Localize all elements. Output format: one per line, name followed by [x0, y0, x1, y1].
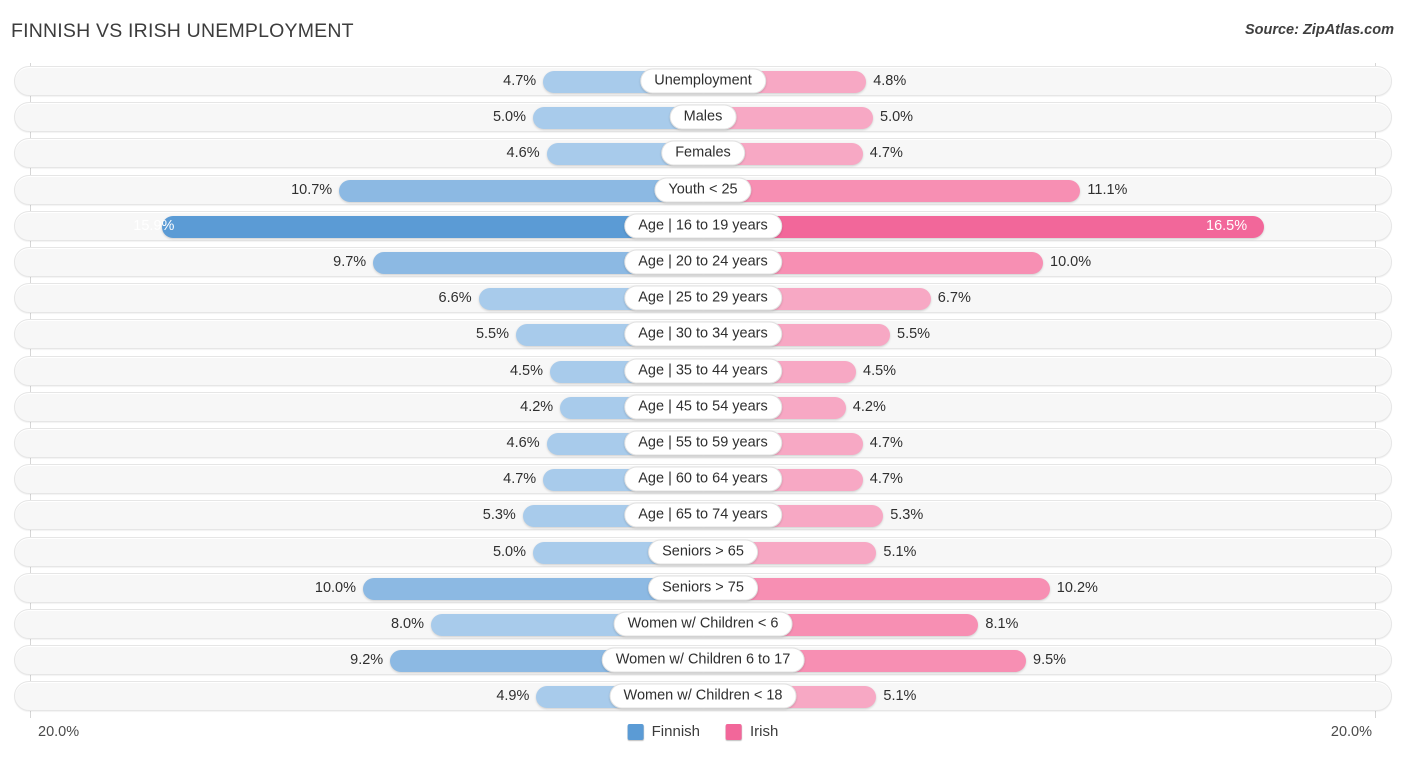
chart-row: 5.5% 5.5% Age | 30 to 34 years	[14, 319, 1392, 350]
value-label-finnish: 4.2%	[520, 398, 554, 415]
axis-max-right: 20.0%	[1330, 724, 1372, 740]
value-label-irish: 4.7%	[869, 435, 903, 451]
row-category-label[interactable]: Males	[669, 104, 737, 130]
value-label-finnish: 5.0%	[492, 543, 526, 560]
chart-row: 9.7% 10.0% Age | 20 to 24 years	[14, 247, 1392, 277]
chart-row: 10.7% 11.1% Youth < 25	[14, 174, 1392, 205]
bar-irish[interactable]	[703, 179, 1081, 202]
axis-max-left: 20.0%	[38, 724, 80, 740]
chart-row: 6.6% 6.7% Age | 25 to 29 years	[14, 283, 1392, 314]
row-category-label[interactable]: Age | 30 to 34 years	[624, 321, 782, 347]
source-label: Source: ZipAtlas.com	[1244, 22, 1394, 38]
plot-area: 4.7% 4.8% Unemployment 5.0% 5.0% Males 4.6% 4.7…	[0, 63, 1406, 718]
bar-finnish[interactable]	[339, 179, 703, 202]
row-category-label[interactable]: Age | 60 to 64 years	[624, 466, 782, 492]
value-label-finnish: 8.0%	[390, 616, 424, 632]
chart-row: 8.0% 8.1% Women w/ Children < 6	[14, 609, 1392, 639]
row-category-label[interactable]: Age | 25 to 29 years	[624, 285, 782, 311]
chart-row: 4.7% 4.7% Age | 60 to 64 years	[14, 464, 1392, 495]
chart-row: 5.0% 5.1% Seniors > 65	[14, 536, 1392, 567]
chart-row: 10.0% 10.2% Seniors > 75	[14, 572, 1392, 603]
value-label-finnish: 4.7%	[503, 471, 537, 488]
legend-item-finnish[interactable]: Finnish	[627, 723, 701, 740]
value-label-finnish: 4.5%	[509, 362, 543, 379]
row-category-label[interactable]: Unemployment	[640, 68, 766, 94]
legend-item-irish[interactable]: Irish	[726, 723, 778, 740]
bar-finnish[interactable]	[162, 215, 703, 238]
page-title: FINNISH VS IRISH UNEMPLOYMENT	[11, 20, 354, 42]
chart-page: FINNISH VS IRISH UNEMPLOYMENT Source: Zi…	[0, 0, 1406, 757]
value-label-irish: 4.7%	[869, 145, 903, 162]
chart-row: 15.9% 16.5% Age | 16 to 19 years	[14, 210, 1392, 241]
value-label-irish: 10.0%	[1050, 254, 1092, 270]
chart-row: 4.6% 4.7% Females	[14, 138, 1392, 169]
value-label-irish: 6.7%	[937, 290, 971, 307]
value-label-finnish: 4.6%	[506, 145, 540, 162]
chart-row: 4.6% 4.7% Age | 55 to 59 years	[14, 428, 1392, 458]
value-label-irish: 5.3%	[890, 507, 924, 524]
value-label-finnish: 5.3%	[482, 507, 516, 524]
row-category-label[interactable]: Seniors > 65	[648, 539, 758, 565]
row-category-label[interactable]: Women w/ Children < 6	[613, 611, 793, 637]
chart-row: 9.2% 9.5% Women w/ Children 6 to 17	[14, 645, 1392, 676]
row-category-label[interactable]: Youth < 25	[654, 177, 752, 203]
value-label-finnish: 15.9%	[133, 217, 175, 234]
row-category-label[interactable]: Age | 16 to 19 years	[624, 213, 782, 239]
legend-swatch-irish	[726, 723, 743, 740]
legend-swatch-finnish	[627, 723, 644, 740]
chart-row: 4.5% 4.5% Age | 35 to 44 years	[14, 355, 1392, 386]
legend: Finnish Irish	[627, 723, 778, 740]
value-label-irish: 5.1%	[883, 688, 917, 705]
value-label-irish: 4.2%	[852, 398, 886, 415]
value-label-irish: 10.2%	[1056, 579, 1098, 596]
row-category-label[interactable]: Females	[661, 140, 745, 166]
legend-label-irish: Irish	[750, 723, 779, 740]
bar-irish[interactable]	[703, 215, 1264, 238]
row-category-label[interactable]: Age | 65 to 74 years	[624, 502, 782, 528]
value-label-irish: 4.7%	[869, 471, 903, 488]
row-category-label[interactable]: Seniors > 75	[648, 575, 758, 601]
row-category-label[interactable]: Age | 20 to 24 years	[624, 249, 782, 275]
value-label-finnish: 10.0%	[314, 579, 356, 596]
value-label-irish: 16.5%	[1206, 217, 1248, 234]
row-category-label[interactable]: Women w/ Children 6 to 17	[601, 647, 805, 673]
value-label-irish: 5.0%	[880, 109, 914, 126]
value-label-irish: 9.5%	[1033, 652, 1067, 669]
value-label-finnish: 9.2%	[350, 652, 384, 669]
value-label-irish: 4.8%	[873, 73, 907, 89]
value-label-finnish: 4.6%	[506, 435, 540, 451]
row-category-label[interactable]: Women w/ Children < 18	[609, 683, 797, 709]
value-label-irish: 11.1%	[1087, 181, 1128, 198]
row-category-label[interactable]: Age | 35 to 44 years	[624, 358, 782, 384]
chart-row: 4.2% 4.2% Age | 45 to 54 years	[14, 391, 1392, 422]
value-label-irish: 5.5%	[897, 326, 931, 343]
chart-row: 4.9% 5.1% Women w/ Children < 18	[14, 681, 1392, 712]
chart-row: 4.7% 4.8% Unemployment	[14, 66, 1392, 96]
value-label-finnish: 5.5%	[475, 326, 509, 343]
value-label-irish: 4.5%	[863, 362, 897, 379]
chart-footer: 20.0% 20.0% Finnish Irish	[0, 718, 1406, 757]
chart-row: 5.0% 5.0% Males	[14, 102, 1392, 133]
value-label-finnish: 10.7%	[291, 181, 333, 198]
value-label-finnish: 4.7%	[503, 73, 537, 89]
legend-label-finnish: Finnish	[651, 723, 701, 740]
value-label-finnish: 4.9%	[496, 688, 530, 705]
value-label-irish: 8.1%	[985, 616, 1019, 632]
chart-row: 5.3% 5.3% Age | 65 to 74 years	[14, 500, 1392, 531]
value-label-finnish: 6.6%	[438, 290, 472, 307]
value-label-irish: 5.1%	[883, 543, 917, 560]
value-label-finnish: 5.0%	[492, 109, 526, 126]
row-category-label[interactable]: Age | 55 to 59 years	[624, 430, 782, 456]
row-category-label[interactable]: Age | 45 to 54 years	[624, 394, 782, 420]
value-label-finnish: 9.7%	[333, 254, 367, 270]
